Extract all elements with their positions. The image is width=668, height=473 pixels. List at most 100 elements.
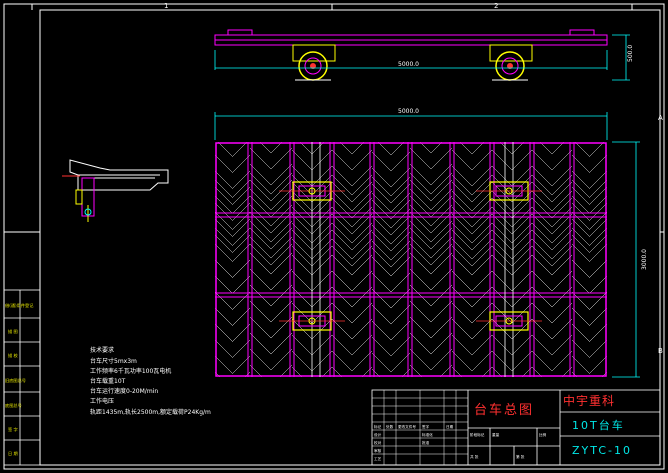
hatch-line xyxy=(589,234,607,253)
hatch-line xyxy=(292,415,312,435)
hatch-line xyxy=(492,102,512,122)
hatch-line xyxy=(390,199,411,220)
hatch-line xyxy=(351,142,365,155)
hatch-line xyxy=(372,385,391,404)
hatch-line xyxy=(215,170,233,189)
hatch-line xyxy=(232,291,251,310)
hatch-line xyxy=(431,381,452,402)
hatch-line xyxy=(249,204,272,227)
hatch-line xyxy=(371,336,392,357)
hatch-line xyxy=(215,355,233,374)
drawing-name: 台车总图 xyxy=(474,402,534,418)
hatch-line xyxy=(391,401,410,420)
company-name: 中宇重科 xyxy=(563,393,615,408)
hatch-line xyxy=(352,118,372,138)
dim-top-width: 3000.0 xyxy=(641,249,648,270)
hatch-line xyxy=(430,300,453,323)
hatch-line xyxy=(270,163,293,186)
hatch-line xyxy=(409,300,432,323)
hatch-line xyxy=(452,118,472,138)
hatch-line xyxy=(571,243,590,262)
hatch-line xyxy=(311,142,325,155)
hatch-line xyxy=(331,366,343,377)
hatch-line xyxy=(492,383,512,403)
strip-label-base: 底图总号 xyxy=(5,402,22,409)
hatch-line xyxy=(249,179,272,202)
hatch-line xyxy=(351,165,373,187)
hatch-line xyxy=(249,172,272,195)
hatch-line xyxy=(215,154,233,173)
hatch-line xyxy=(244,371,251,377)
hatch-line xyxy=(352,415,372,435)
hatch-line xyxy=(551,318,573,340)
hatch-line xyxy=(472,383,492,403)
tb-sheet-no: 第 张 xyxy=(516,454,525,459)
hatch-line xyxy=(431,397,452,418)
hatch-line xyxy=(409,332,432,355)
hatch-line xyxy=(410,397,431,418)
hatch-line xyxy=(270,204,293,227)
hatch-line xyxy=(332,118,352,138)
hatch-line xyxy=(390,320,411,341)
strip-label-date: 日 期 xyxy=(8,451,18,457)
hatch-line xyxy=(589,202,607,221)
hatch-line xyxy=(351,318,373,340)
hatch-line xyxy=(232,142,248,157)
tb-design: 设计 xyxy=(374,432,382,437)
hatch-line xyxy=(292,399,312,419)
hatch-line xyxy=(491,366,503,377)
hatch-line xyxy=(571,170,590,189)
hatch-line xyxy=(512,102,532,122)
note-line-6: 轨距1435m,轨长2500m,额定载荷P24Kg/m xyxy=(90,408,211,416)
hatch-line xyxy=(371,151,392,172)
hatch-line xyxy=(571,371,578,377)
hatch-line xyxy=(551,270,573,292)
hatch-line xyxy=(551,334,573,356)
hatch-line xyxy=(249,316,272,339)
hatch-line xyxy=(409,163,432,186)
hatch-line xyxy=(271,413,292,434)
hatch-line xyxy=(481,366,493,377)
notes-heading: 技术要求 xyxy=(90,346,114,354)
hatch-line xyxy=(552,415,572,435)
hatch-line xyxy=(409,284,432,307)
hatch-line xyxy=(390,183,411,204)
hatch-line xyxy=(491,350,513,372)
hatch-line xyxy=(371,304,392,325)
hatch-line xyxy=(430,268,453,291)
hatch-line xyxy=(371,183,392,204)
hatch-line xyxy=(430,348,453,371)
hatch-line xyxy=(571,355,590,374)
hatch-line xyxy=(232,202,251,221)
hatch-line xyxy=(452,102,472,122)
hatch-line xyxy=(391,385,410,404)
tb-standard: 标准化 xyxy=(422,432,433,437)
hatch-line xyxy=(215,339,233,358)
hatch-line xyxy=(232,227,251,246)
hatch-line xyxy=(311,270,333,292)
hatch-line xyxy=(492,118,512,138)
hatch-line xyxy=(552,118,572,138)
hatch-line xyxy=(409,211,432,234)
hatch-line xyxy=(390,142,405,156)
hatch-line xyxy=(531,302,553,324)
hatch-line xyxy=(292,102,312,122)
hatch-line xyxy=(291,350,313,372)
hatch-line xyxy=(331,149,353,171)
hatch-line xyxy=(430,243,453,266)
hatch-line xyxy=(321,366,333,377)
hatch-line xyxy=(215,179,233,198)
hatch-line xyxy=(472,102,492,122)
cad-drawing-canvas: 1 2 A B 借(通)用件登记 描 图 描 校 旧底图总号 底图总号 签 字 … xyxy=(3,2,665,470)
hatch-line xyxy=(371,272,392,293)
hatch-line xyxy=(430,252,453,275)
hatch-line xyxy=(390,215,411,236)
hatch-line xyxy=(430,332,453,355)
hatch-line xyxy=(589,218,607,237)
hatch-line xyxy=(589,355,607,374)
hatch-line xyxy=(371,320,392,341)
tb-stage: 阶段标记 xyxy=(470,432,485,437)
hatch-line xyxy=(390,208,411,229)
hatch-line xyxy=(430,227,453,250)
hatch-line xyxy=(409,227,432,250)
